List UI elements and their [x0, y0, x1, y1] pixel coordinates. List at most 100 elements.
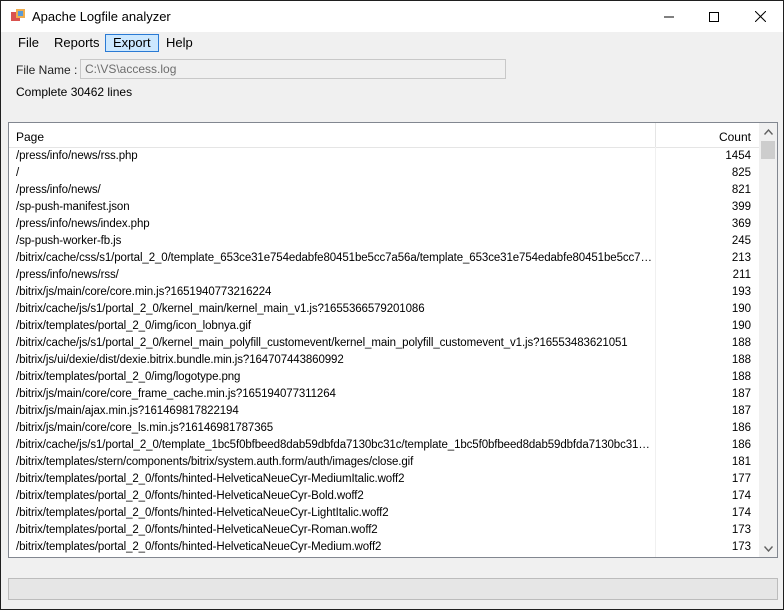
minimize-icon	[664, 16, 674, 17]
scroll-up-arrow-icon	[763, 128, 773, 135]
list-header: Page Count	[9, 123, 759, 148]
page-cell: /press/info/news/index.php	[16, 218, 150, 230]
count-cell: 177	[731, 473, 751, 485]
minimize-button[interactable]	[646, 1, 692, 32]
vertical-scrollbar[interactable]	[759, 123, 777, 557]
count-cell: 193	[731, 286, 751, 298]
table-row[interactable]: /bitrix/templates/portal_2_0/img/icon_lo…	[9, 319, 759, 336]
table-row[interactable]: /bitrix/cache/css/s1/portal_2_0/template…	[9, 251, 759, 268]
table-row[interactable]: /bitrix/templates/portal_2_0/fonts/hinte…	[9, 540, 759, 557]
lines-status-text: Complete 30462 lines	[16, 85, 133, 99]
menu-help[interactable]: Help	[159, 34, 200, 52]
page-cell: /bitrix/js/main/core/core_frame_cache.mi…	[16, 388, 336, 400]
count-cell: 174	[731, 490, 751, 502]
count-cell: 174	[731, 507, 751, 519]
count-cell: 190	[731, 303, 751, 315]
window-title: Apache Logfile analyzer	[32, 9, 171, 24]
scroll-down-arrow-icon	[763, 545, 773, 552]
table-row[interactable]: /bitrix/templates/portal_2_0/fonts/hinte…	[9, 523, 759, 540]
table-row[interactable]: /bitrix/templates/portal_2_0/fonts/hinte…	[9, 472, 759, 489]
table-row[interactable]: /press/info/news/rss.php 1454	[9, 149, 759, 166]
page-cell: /bitrix/cache/js/s1/portal_2_0/kernel_ma…	[16, 337, 628, 349]
app-window-icon	[11, 9, 25, 21]
page-cell: /press/info/news/rss/	[16, 269, 119, 281]
menu-reports[interactable]: Reports	[47, 34, 107, 52]
count-cell: 186	[731, 439, 751, 451]
page-cell: /bitrix/templates/portal_2_0/fonts/hinte…	[16, 473, 405, 485]
scrollbar-thumb[interactable]	[761, 141, 775, 159]
page-cell: /bitrix/templates/portal_2_0/fonts/hinte…	[16, 524, 378, 536]
status-bar	[8, 578, 778, 600]
maximize-icon	[709, 11, 719, 22]
menu-bar: File Reports Export Help	[1, 32, 783, 54]
table-row[interactable]: /bitrix/templates/portal_2_0/img/logotyp…	[9, 370, 759, 387]
scroll-down-button[interactable]	[759, 540, 777, 557]
table-row[interactable]: /bitrix/js/main/core/core.min.js?1651940…	[9, 285, 759, 302]
table-row[interactable]: /bitrix/cache/js/s1/portal_2_0/template_…	[9, 438, 759, 455]
scroll-up-button[interactable]	[759, 123, 777, 140]
count-cell: 188	[731, 337, 751, 349]
table-row[interactable]: /bitrix/cache/js/s1/portal_2_0/kernel_ma…	[9, 302, 759, 319]
column-header-page[interactable]: Page	[16, 130, 44, 144]
page-cell: /bitrix/js/ui/dexie/dist/dexie.bitrix.bu…	[16, 354, 344, 366]
count-cell: 245	[731, 235, 751, 247]
file-name-field[interactable]	[80, 59, 506, 79]
table-row[interactable]: / 825	[9, 166, 759, 183]
count-cell: 187	[731, 388, 751, 400]
table-row[interactable]: /bitrix/js/ui/dexie/dist/dexie.bitrix.bu…	[9, 353, 759, 370]
count-cell: 211	[732, 269, 751, 281]
count-cell: 213	[731, 252, 751, 264]
table-row[interactable]: /press/info/news/index.php 369	[9, 217, 759, 234]
column-header-count[interactable]: Count	[659, 130, 751, 144]
count-cell: 399	[731, 201, 751, 213]
title-bar[interactable]: Apache Logfile analyzer	[1, 1, 783, 32]
column-divider[interactable]	[655, 123, 656, 147]
table-row[interactable]: /bitrix/templates/portal_2_0/fonts/hinte…	[9, 506, 759, 523]
page-cell: /bitrix/templates/portal_2_0/img/logotyp…	[16, 371, 241, 383]
page-cell: /sp-push-manifest.json	[16, 201, 130, 213]
count-cell: 369	[731, 218, 751, 230]
count-cell: 190	[731, 320, 751, 332]
table-row[interactable]: /sp-push-worker-fb.js 245	[9, 234, 759, 251]
pages-list-view[interactable]: Page Count /press/info/news/rss.php 1454 …	[8, 122, 778, 558]
page-cell: /bitrix/js/main/core/core.min.js?1651940…	[16, 286, 272, 298]
page-cell: /press/info/news/rss.php	[16, 150, 138, 162]
page-cell: /bitrix/cache/css/s1/portal_2_0/template…	[16, 252, 652, 264]
table-row[interactable]: /sp-push-manifest.json 399	[9, 200, 759, 217]
list-rows: /press/info/news/rss.php 1454 / 825 /press…	[9, 149, 759, 557]
page-cell: /bitrix/templates/stern/components/bitri…	[16, 456, 414, 468]
count-cell: 188	[731, 371, 751, 383]
count-cell: 1454	[725, 150, 751, 162]
count-cell: 173	[731, 524, 751, 536]
count-cell: 821	[731, 184, 751, 196]
table-row[interactable]: /press/info/news/821	[9, 183, 759, 200]
count-cell: 186	[731, 422, 751, 434]
app-window: Apache Logfile analyzer File Reports Exp…	[0, 0, 784, 610]
table-row[interactable]: /bitrix/js/main/ajax.min.js?161469817822…	[9, 404, 759, 421]
page-cell: /sp-push-worker-fb.js	[16, 235, 122, 247]
page-cell: /bitrix/cache/js/s1/portal_2_0/template_…	[16, 439, 652, 451]
table-row[interactable]: /bitrix/cache/js/s1/portal_2_0/kernel_ma…	[9, 336, 759, 353]
count-cell: 825	[731, 167, 751, 179]
table-row[interactable]: /bitrix/templates/portal_2_0/fonts/hinte…	[9, 489, 759, 506]
table-row[interactable]: /bitrix/templates/stern/components/bitri…	[9, 455, 759, 472]
menu-file[interactable]: File	[11, 34, 46, 52]
page-cell: /	[16, 167, 20, 179]
close-icon	[754, 11, 766, 22]
count-cell: 188	[731, 354, 751, 366]
table-row[interactable]: /bitrix/js/main/core/core_ls.min.js?1614…	[9, 421, 759, 438]
menu-export[interactable]: Export	[105, 34, 159, 52]
file-name-label: File Name :	[16, 63, 78, 77]
page-cell: /bitrix/js/main/core/core_ls.min.js?1614…	[16, 422, 274, 434]
close-button[interactable]	[737, 1, 783, 32]
table-row[interactable]: /press/info/news/rss/211	[9, 268, 759, 285]
maximize-button[interactable]	[691, 1, 737, 32]
count-cell: 173	[731, 541, 751, 553]
page-cell: /bitrix/cache/js/s1/portal_2_0/kernel_ma…	[16, 303, 425, 315]
table-row[interactable]: /bitrix/js/main/core/core_frame_cache.mi…	[9, 387, 759, 404]
page-cell: /bitrix/templates/portal_2_0/img/icon_lo…	[16, 320, 251, 332]
page-cell: /bitrix/templates/portal_2_0/fonts/hinte…	[16, 490, 364, 502]
count-cell: 187	[731, 405, 751, 417]
page-cell: /bitrix/templates/portal_2_0/fonts/hinte…	[16, 507, 389, 519]
page-cell: /bitrix/js/main/ajax.min.js?161469817822…	[16, 405, 239, 417]
